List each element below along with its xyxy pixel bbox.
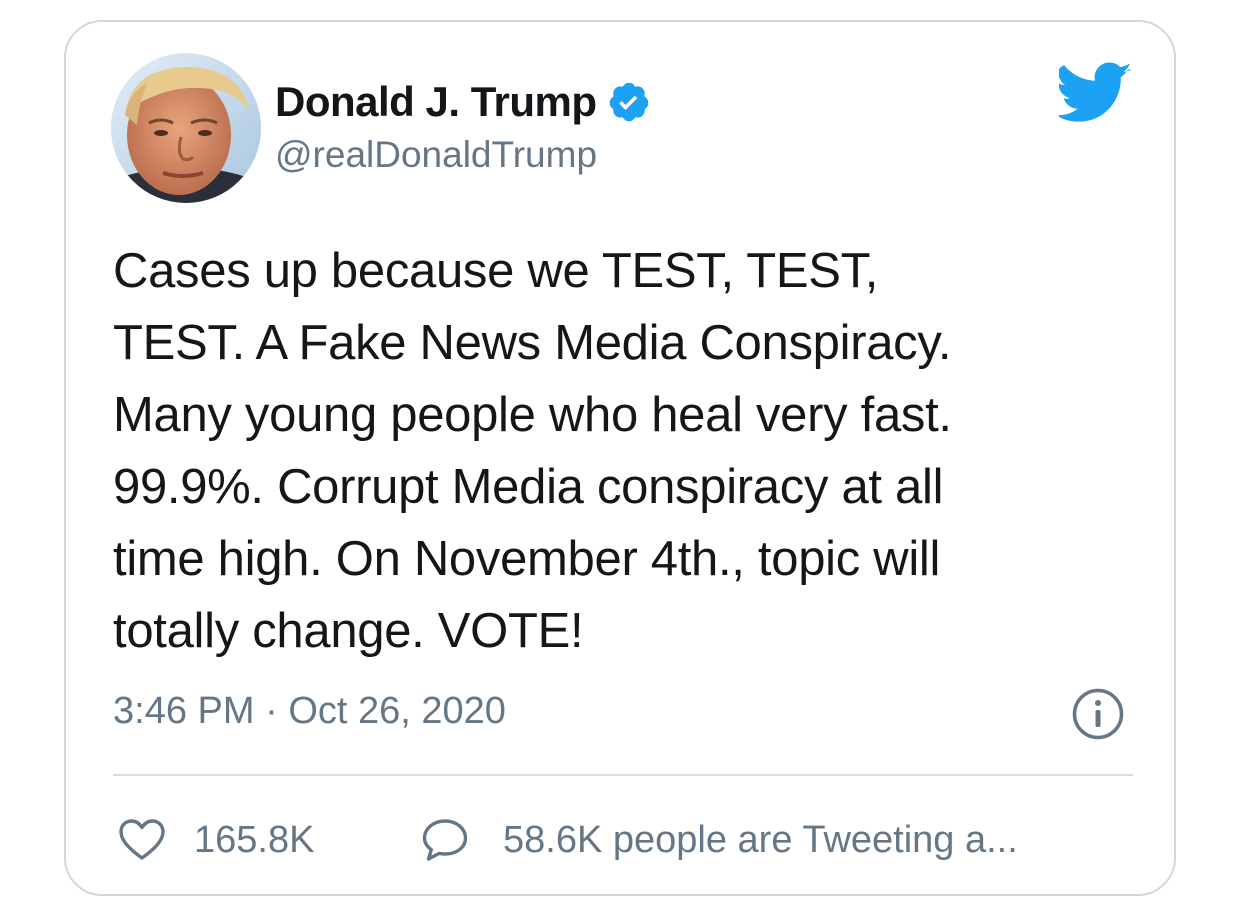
- info-icon[interactable]: [1071, 687, 1125, 741]
- profile-photo: [111, 53, 261, 203]
- tweet-date[interactable]: Oct 26, 2020: [288, 690, 506, 732]
- author-name-row[interactable]: Donald J. Trump: [275, 74, 651, 130]
- timestamp-separator: ·: [265, 690, 278, 732]
- twitter-bird-icon[interactable]: [1059, 62, 1133, 124]
- user-handle[interactable]: @realDonaldTrump: [275, 134, 597, 176]
- avatar[interactable]: [111, 53, 261, 203]
- tweet-time[interactable]: 3:46 PM: [113, 690, 255, 732]
- verified-badge-icon: [609, 82, 648, 122]
- divider: [113, 774, 1133, 776]
- tweet-card[interactable]: Donald J. Trump @realDonaldTrump Cases u…: [64, 20, 1176, 896]
- display-name[interactable]: Donald J. Trump: [275, 78, 597, 126]
- tweet-timestamp[interactable]: 3:46 PM · Oct 26, 2020: [113, 690, 506, 733]
- conversation-link[interactable]: 58.6K people are Tweeting a...: [421, 812, 1018, 868]
- like-button[interactable]: 165.8K: [118, 812, 314, 868]
- speech-bubble-icon[interactable]: [421, 817, 469, 863]
- heart-outline-icon[interactable]: [118, 818, 166, 862]
- tweet-text: Cases up because we TEST, TEST, TEST. A …: [113, 244, 952, 658]
- conversation-count[interactable]: 58.6K people are Tweeting a...: [503, 819, 1018, 862]
- like-count: 165.8K: [194, 818, 315, 861]
